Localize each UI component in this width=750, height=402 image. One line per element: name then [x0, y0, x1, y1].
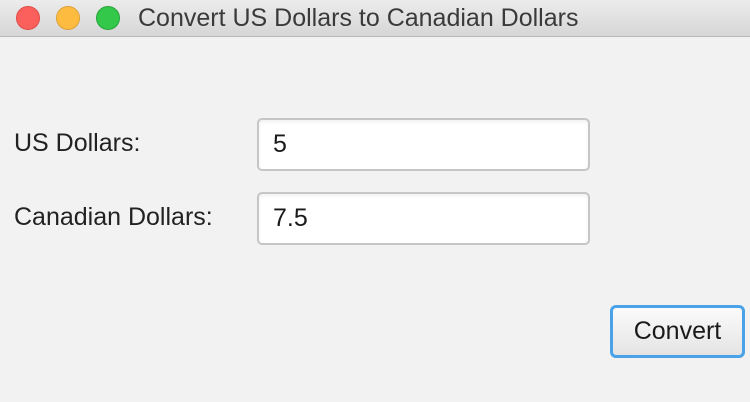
zoom-window-button[interactable] [96, 6, 120, 30]
canadian-dollars-label: Canadian Dollars: [14, 203, 213, 231]
us-dollars-label: US Dollars: [14, 129, 141, 157]
app-window: Convert US Dollars to Canadian Dollars U… [0, 0, 750, 402]
minimize-window-button[interactable] [56, 6, 80, 30]
us-dollars-input[interactable] [257, 118, 590, 171]
convert-button[interactable]: Convert [610, 305, 745, 358]
title-bar[interactable]: Convert US Dollars to Canadian Dollars [0, 0, 750, 37]
canadian-dollars-input[interactable] [257, 192, 590, 245]
window-title: Convert US Dollars to Canadian Dollars [138, 4, 579, 32]
close-window-button[interactable] [16, 6, 40, 30]
